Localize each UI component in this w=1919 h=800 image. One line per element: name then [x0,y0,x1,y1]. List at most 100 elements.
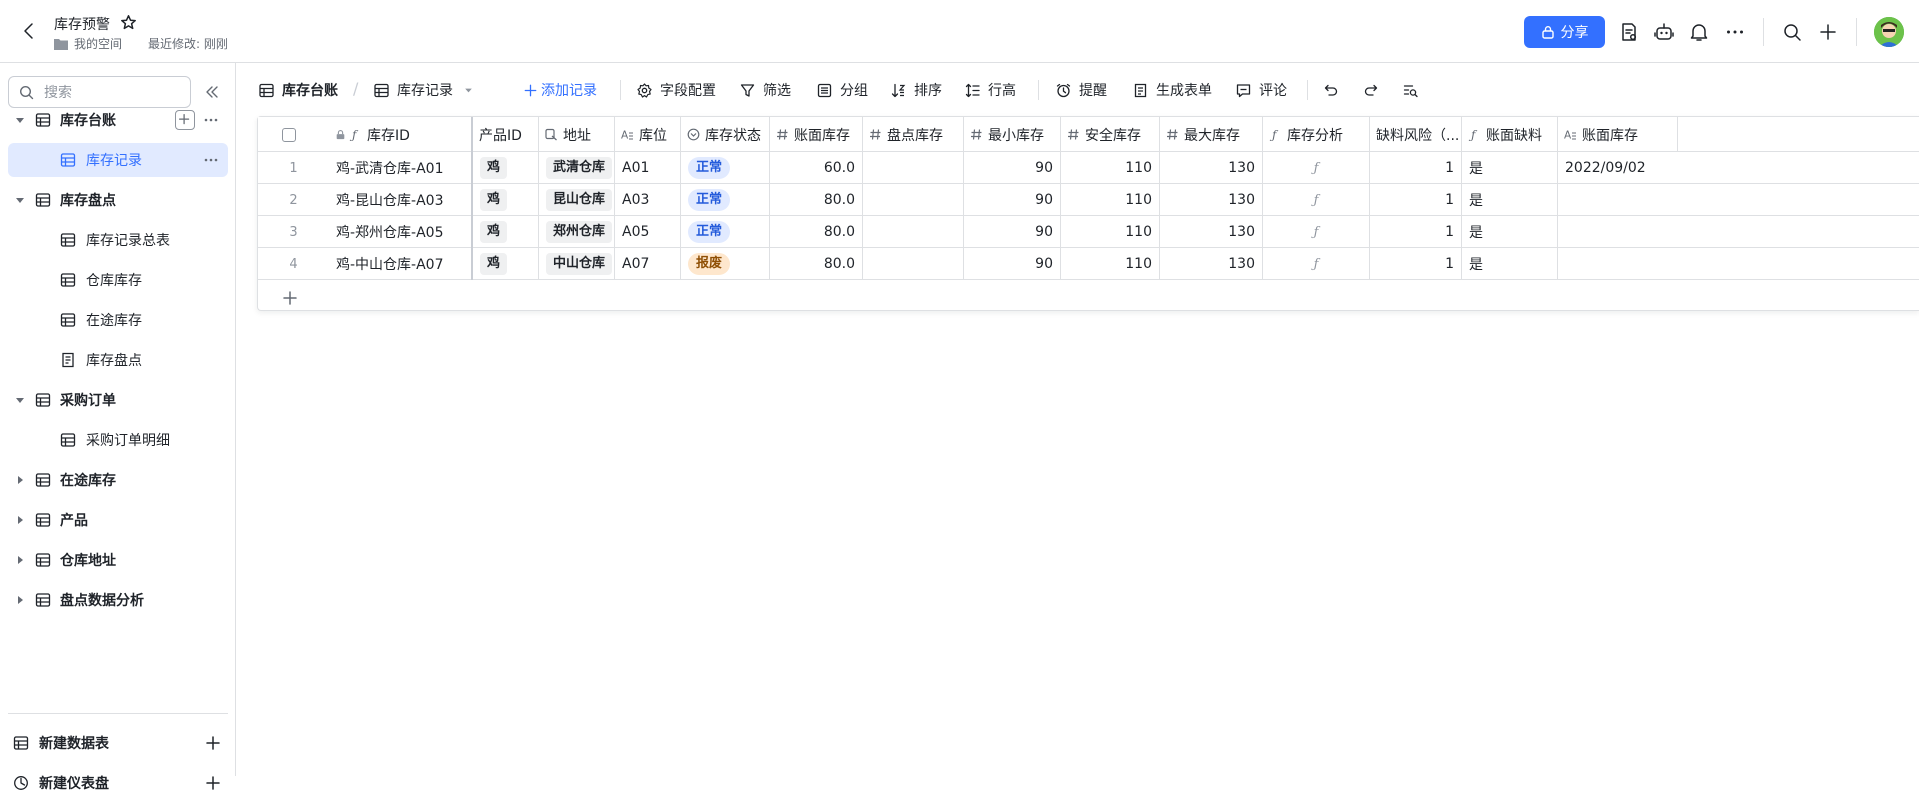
cell-address[interactable]: 中山仓库 [539,248,615,280]
column-header[interactable]: 最大库存 [1160,117,1263,152]
caret-right-icon[interactable] [14,514,26,526]
column-header[interactable]: 缺料风险（... [1370,117,1462,152]
location-link[interactable]: 我的空间 [74,35,122,52]
cell-address[interactable]: 郑州仓库 [539,216,615,248]
column-header[interactable]: ƒ 账面缺料 [1462,117,1558,152]
sidebar-item[interactable]: 在途库存 [8,303,228,337]
sidebar-item[interactable]: 库存盘点 [8,343,228,377]
sidebar-item[interactable]: 盘点数据分析 [8,583,228,617]
cell-product[interactable]: 鸡 [473,248,539,280]
generate-form-button[interactable]: 生成表单 [1133,79,1212,101]
cell-id[interactable]: 鸡-武清仓库-A01 [329,152,473,184]
column-header[interactable]: 安全库存 [1061,117,1160,152]
cell-status[interactable]: 正常 [681,184,770,216]
cell-risk[interactable]: 1 [1370,248,1462,280]
more-icon[interactable] [202,111,220,129]
cell-safe[interactable]: 110 [1061,216,1160,248]
cell-address[interactable]: 昆山仓库 [539,184,615,216]
add-table-icon[interactable] [205,735,221,751]
reminder-button[interactable]: 提醒 [1056,79,1107,101]
collapse-sidebar-icon[interactable] [203,83,221,101]
cell-max[interactable]: 130 [1160,216,1263,248]
bell-icon[interactable] [1688,21,1710,43]
sidebar-item[interactable]: 库存盘点 [8,183,228,217]
cell-book[interactable]: 80.0 [770,248,863,280]
cell-status[interactable]: 报废 [681,248,770,280]
caret-right-icon[interactable] [14,554,26,566]
cell-date[interactable] [1558,248,1678,280]
filter-button[interactable]: 筛选 [740,79,791,101]
sidebar-item[interactable]: 采购订单 [8,383,228,417]
find-button[interactable] [1403,79,1426,101]
cell-book[interactable]: 80.0 [770,216,863,248]
view-selector[interactable]: 库存记录 [374,79,482,101]
cell-date[interactable] [1558,216,1678,248]
cell-max[interactable]: 130 [1160,152,1263,184]
cell-safe[interactable]: 110 [1061,184,1160,216]
caret-down-icon[interactable] [14,114,26,126]
cell-analysis[interactable]: ƒ [1263,248,1370,280]
field-config-button[interactable]: 字段配置 [637,79,716,101]
sidebar-item[interactable]: 采购订单明细 [8,423,228,457]
redo-button[interactable] [1363,79,1386,101]
column-header[interactable]: 账面库存 [770,117,863,152]
cell-max[interactable]: 130 [1160,184,1263,216]
new-dashboard-item[interactable]: 新建仪表盘 [8,766,228,800]
sidebar-item[interactable]: 在途库存 [8,463,228,497]
select-all-checkbox[interactable] [282,127,296,142]
cell-book[interactable]: 80.0 [770,184,863,216]
cell-status[interactable]: 正常 [681,216,770,248]
cell-count[interactable] [863,216,964,248]
cell-analysis[interactable]: ƒ [1263,152,1370,184]
cell-bin[interactable]: A07 [615,248,681,280]
column-header[interactable]: 盘点库存 [863,117,964,152]
cell-date[interactable]: 2022/09/02 [1558,152,1678,184]
share-button[interactable]: 分享 [1524,16,1605,48]
add-row-icon[interactable] [282,290,298,306]
cell-shortage[interactable]: 是 [1462,248,1558,280]
cell-bin[interactable]: A03 [615,184,681,216]
table-row[interactable]: 3 鸡-郑州仓库-A05 鸡 郑州仓库 A05 正常 80.0 90 110 130 ƒ 1 是 [258,216,1919,248]
cell-risk[interactable]: 1 [1370,184,1462,216]
cell-risk[interactable]: 1 [1370,216,1462,248]
sidebar-item[interactable]: 仓库地址 [8,543,228,577]
cell-id[interactable]: 鸡-中山仓库-A07 [329,248,473,280]
caret-down-icon[interactable] [14,194,26,206]
add-dashboard-icon[interactable] [205,775,221,791]
cell-min[interactable]: 90 [964,216,1061,248]
column-header[interactable]: 最小库存 [964,117,1061,152]
new-table-item[interactable]: 新建数据表 [8,726,228,760]
sort-button[interactable]: 排序 [891,79,942,101]
back-arrow-icon[interactable] [18,20,40,42]
cell-analysis[interactable]: ƒ [1263,184,1370,216]
cell-id[interactable]: 鸡-郑州仓库-A05 [329,216,473,248]
table-row[interactable]: 2 鸡-昆山仓库-A03 鸡 昆山仓库 A03 正常 80.0 90 110 130 ƒ 1 是 [258,184,1919,216]
column-header[interactable]: ƒ 库存分析 [1263,117,1370,152]
search-icon[interactable] [1781,21,1803,43]
cell-analysis[interactable]: ƒ [1263,216,1370,248]
cell-date[interactable] [1558,184,1678,216]
sidebar-item[interactable]: 产品 [8,503,228,537]
sidebar-item[interactable]: 仓库库存 [8,263,228,297]
undo-button[interactable] [1324,79,1347,101]
robot-icon[interactable] [1653,21,1675,43]
sidebar-item[interactable]: 库存记录总表 [8,223,228,257]
cell-product[interactable]: 鸡 [473,184,539,216]
cell-min[interactable]: 90 [964,152,1061,184]
cell-min[interactable]: 90 [964,248,1061,280]
row-height-button[interactable]: 行高 [965,79,1016,101]
add-record-button[interactable]: 添加记录 [524,79,597,101]
cell-min[interactable]: 90 [964,184,1061,216]
column-header[interactable]: 库存状态 [681,117,770,152]
column-header[interactable]: A 账面库存 [1558,117,1678,152]
more-icon[interactable] [1724,21,1746,43]
cell-product[interactable]: 鸡 [473,152,539,184]
cell-id[interactable]: 鸡-昆山仓库-A03 [329,184,473,216]
table-row[interactable]: 1 鸡-武清仓库-A01 鸡武清仓库 A01 正常 60.0 90 110 130 ƒ 1 是 2022… [258,152,1919,184]
plus-icon[interactable] [1817,21,1839,43]
sidebar-item[interactable]: 库存记录 [8,143,228,177]
star-icon[interactable] [120,14,137,31]
cell-address[interactable]: 武清仓库 [539,152,615,184]
sidebar-item[interactable]: 库存台账 [8,103,228,137]
caret-right-icon[interactable] [14,474,26,486]
